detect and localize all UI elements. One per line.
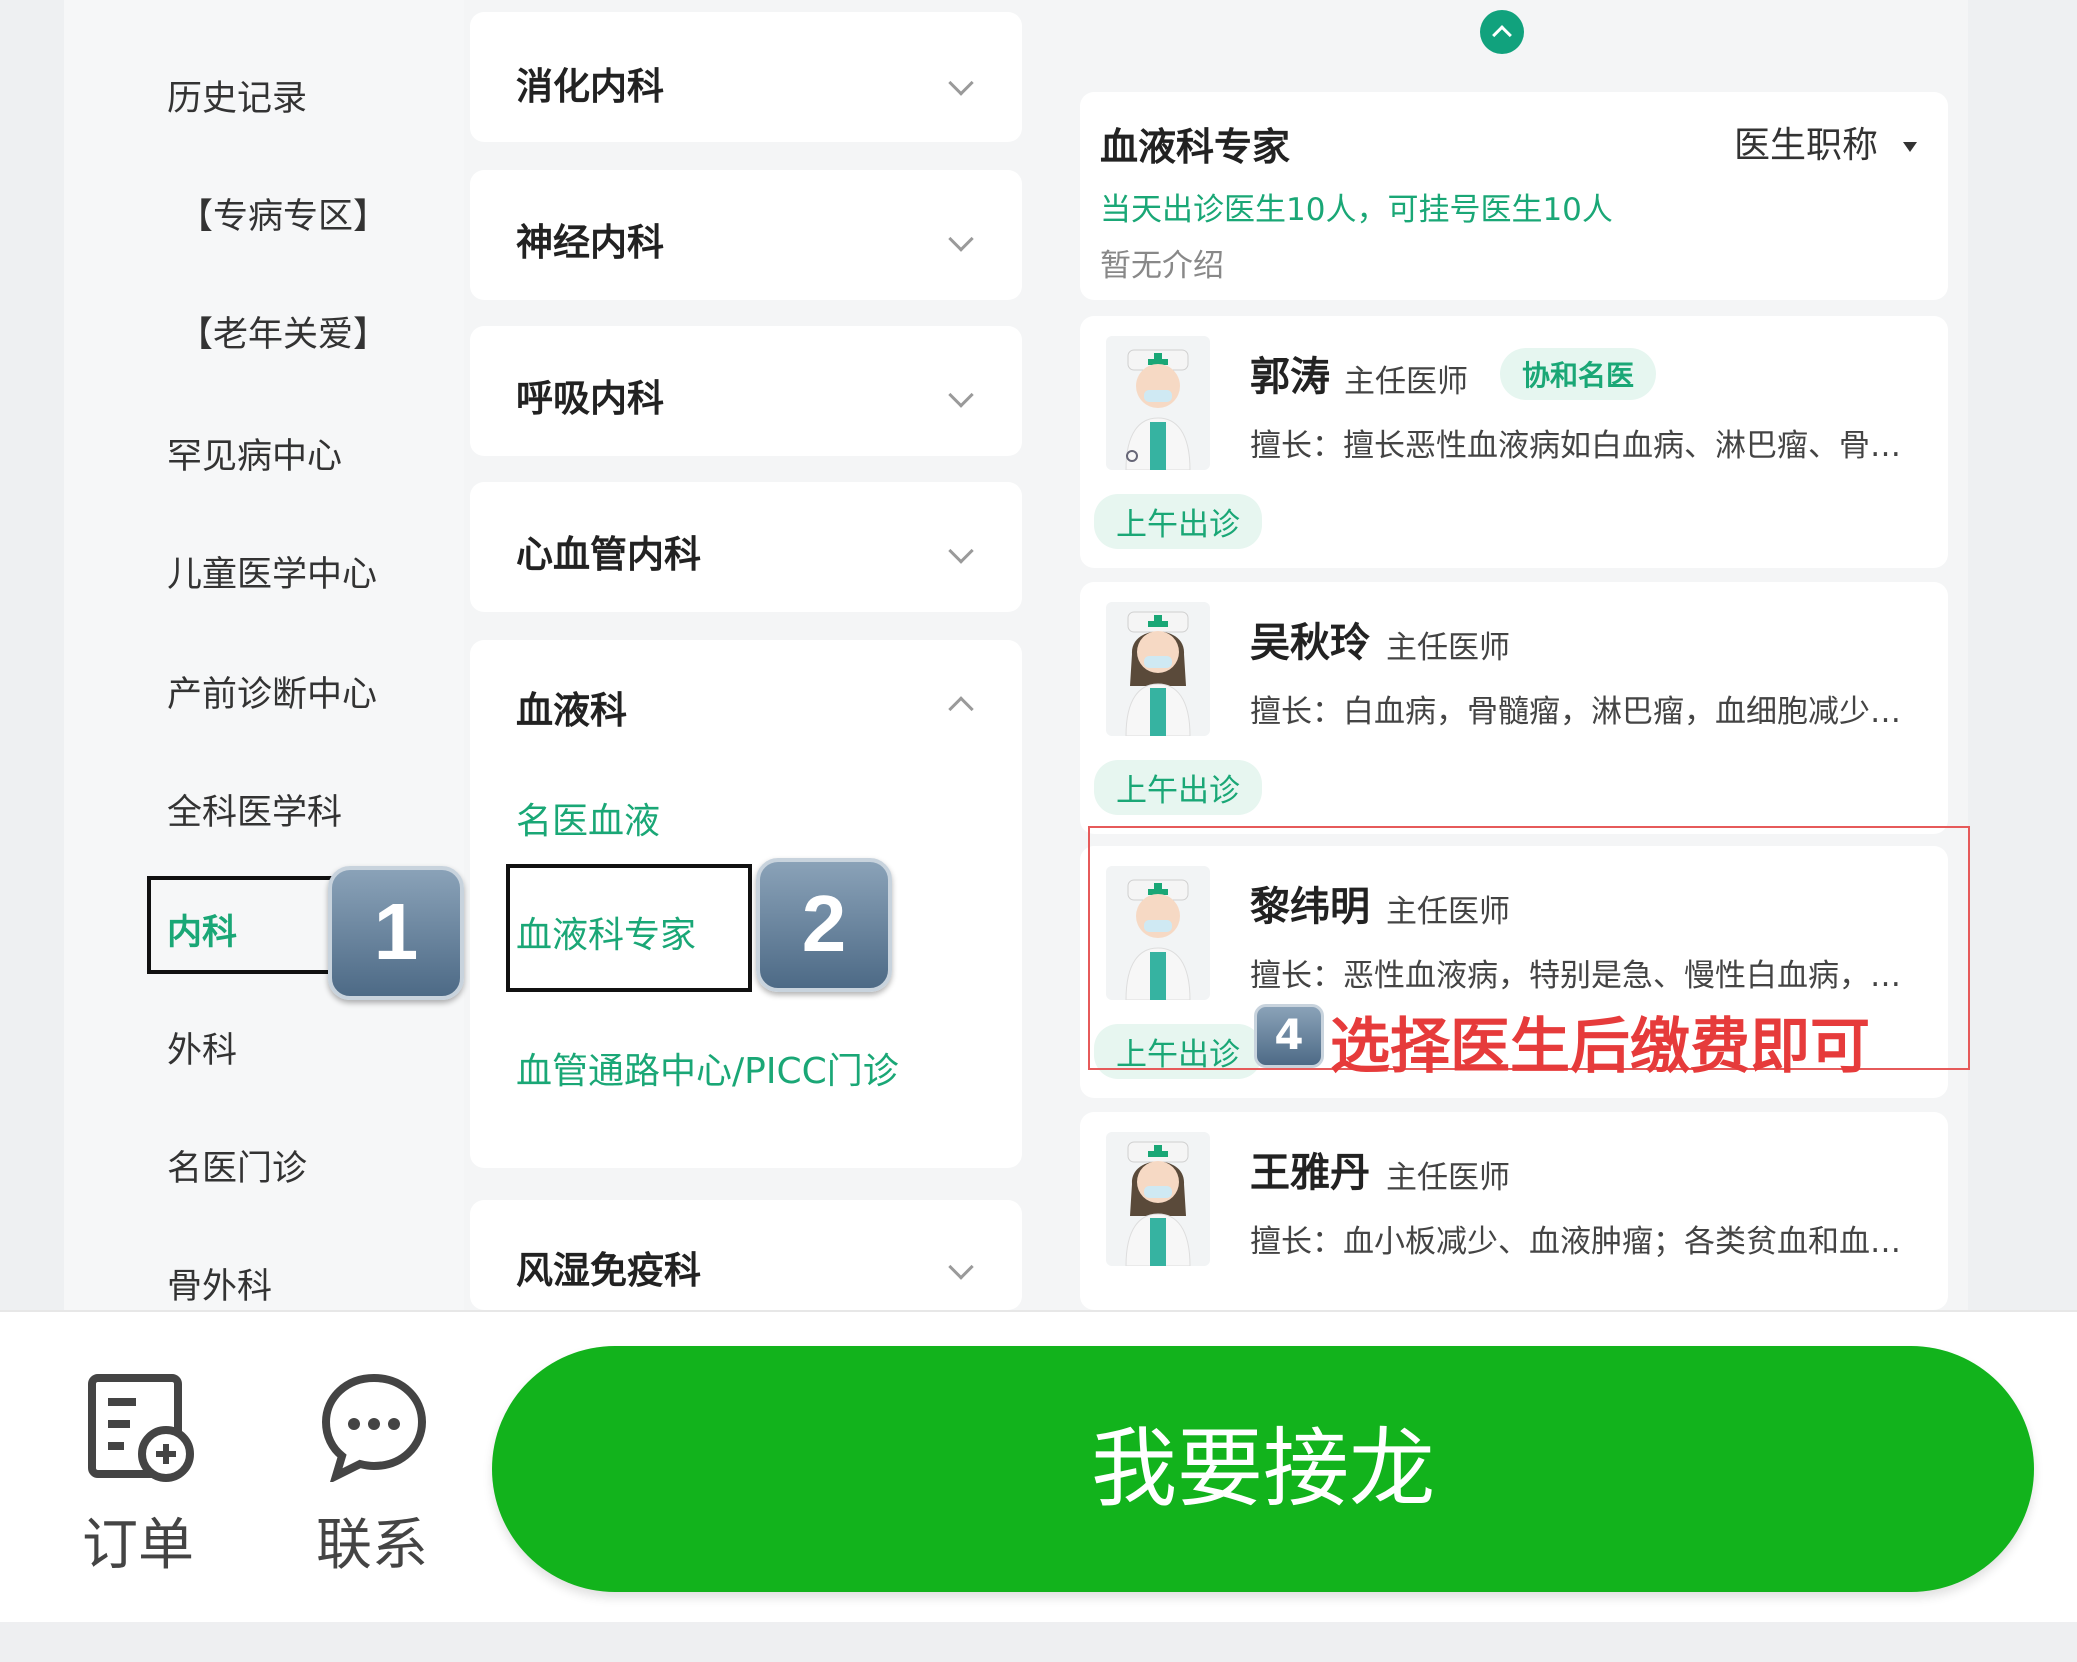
contact-button[interactable] bbox=[318, 1370, 430, 1484]
doctor-avatar-icon bbox=[1106, 602, 1210, 737]
doctor-specialty: 擅长：白血病，骨髓瘤，淋巴瘤，血细胞减少症等 bbox=[1250, 694, 1930, 730]
annotation-step-2: 2 bbox=[756, 858, 892, 992]
category-item-elderly-care[interactable]: 【老年关爱】 bbox=[178, 306, 388, 357]
annotation-box-internal-medicine bbox=[147, 876, 335, 974]
subdepartment-famous-hematology[interactable]: 名医血液 bbox=[516, 792, 660, 844]
chevron-down-icon bbox=[948, 538, 974, 564]
department-name: 呼吸内科 bbox=[516, 377, 664, 420]
category-item-history[interactable]: 历史记录 bbox=[167, 70, 307, 121]
category-item-rare-disease[interactable]: 罕见病中心 bbox=[167, 428, 342, 479]
chevron-down-icon bbox=[948, 382, 974, 408]
doctor-name: 王雅丹 bbox=[1250, 1150, 1370, 1196]
doctor-title: 主任医师 bbox=[1386, 1160, 1510, 1196]
annotation-step-4: 4 bbox=[1254, 1004, 1324, 1068]
doctor-name: 郭涛 bbox=[1250, 354, 1330, 400]
clinic-intro: 暂无介绍 bbox=[1100, 248, 1224, 284]
annotation-step-1: 1 bbox=[328, 866, 464, 1000]
department-name: 血液科 bbox=[516, 689, 627, 732]
contact-label[interactable]: 联系 bbox=[316, 1500, 428, 1581]
department-name: 消化内科 bbox=[516, 65, 664, 108]
department-digestive[interactable]: 消化内科 bbox=[470, 12, 1022, 142]
category-item-surgery[interactable]: 外科 bbox=[167, 1022, 237, 1073]
annotation-box-hematology-experts bbox=[506, 864, 752, 992]
doctor-name: 吴秋玲 bbox=[1250, 620, 1370, 666]
department-respiratory[interactable]: 呼吸内科 bbox=[470, 326, 1022, 456]
department-name: 心血管内科 bbox=[516, 533, 701, 576]
clinic-header-card: 血液科专家 医生职称 当天出诊医生10人，可挂号医生10人 暂无介绍 bbox=[1080, 92, 1948, 300]
department-neurology[interactable]: 神经内科 bbox=[470, 170, 1022, 300]
relay-button-label: 我要接龙 bbox=[1091, 1419, 1435, 1519]
doctor-badge: 协和名医 bbox=[1500, 348, 1657, 400]
doctor-avatar-icon bbox=[1106, 1132, 1210, 1267]
doctor-card[interactable]: 王雅丹 主任医师 擅长：血小板减少、血液肿瘤；各类贫血和血液病 bbox=[1080, 1112, 1948, 1310]
frame-right-margin bbox=[1968, 0, 2077, 1310]
category-item-special-disease[interactable]: 【专病专区】 bbox=[178, 188, 388, 239]
session-tag: 上午出诊 bbox=[1094, 760, 1262, 815]
department-rheumatology[interactable]: 风湿免疫科 bbox=[470, 1200, 1022, 1310]
category-item-famous-doctors[interactable]: 名医门诊 bbox=[167, 1140, 307, 1191]
order-button[interactable] bbox=[86, 1372, 196, 1482]
doctor-specialty: 擅长：血小板减少、血液肿瘤；各类贫血和血液病 bbox=[1250, 1224, 1930, 1260]
annotation-note: 选择医生后缴费即可 bbox=[1330, 1012, 1870, 1082]
chevron-down-icon bbox=[948, 1254, 974, 1280]
caret-down-icon bbox=[1903, 142, 1918, 152]
doctor-card[interactable]: 吴秋玲 主任医师 擅长：白血病，骨髓瘤，淋巴瘤，血细胞减少症等 上午出诊 bbox=[1080, 582, 1948, 834]
session-tag: 上午出诊 bbox=[1094, 494, 1262, 549]
subdepartment-vascular-access-picc[interactable]: 血管通路中心/PICC门诊 bbox=[516, 1042, 899, 1094]
category-item-general-practice[interactable]: 全科医学科 bbox=[167, 784, 342, 835]
relay-button[interactable]: 我要接龙 bbox=[492, 1346, 2034, 1592]
chevron-up-icon bbox=[948, 696, 974, 722]
department-name: 风湿免疫科 bbox=[516, 1249, 701, 1292]
frame-left-margin bbox=[0, 0, 64, 1310]
category-item-orthopedics[interactable]: 骨外科 bbox=[167, 1258, 272, 1309]
chevron-down-icon bbox=[948, 70, 974, 96]
department-name: 神经内科 bbox=[516, 221, 664, 264]
doctor-avatar-icon bbox=[1106, 336, 1210, 471]
chevron-down-icon bbox=[948, 226, 974, 252]
scroll-up-button[interactable] bbox=[1480, 10, 1524, 54]
department-cardiovascular[interactable]: 心血管内科 bbox=[470, 482, 1022, 612]
doctor-title: 主任医师 bbox=[1386, 630, 1510, 666]
clinic-summary: 当天出诊医生10人，可挂号医生10人 bbox=[1100, 192, 1613, 228]
order-label[interactable]: 订单 bbox=[82, 1500, 194, 1581]
title-filter-dropdown[interactable]: 医生职称 bbox=[1734, 116, 1918, 168]
category-item-prenatal[interactable]: 产前诊断中心 bbox=[167, 666, 377, 717]
doctor-specialty: 擅长：擅长恶性血液病如白血病、淋巴瘤、骨髓瘤等 bbox=[1250, 428, 1930, 464]
doctor-card[interactable]: 郭涛 主任医师 协和名医 擅长：擅长恶性血液病如白血病、淋巴瘤、骨髓瘤等 上午出… bbox=[1080, 316, 1948, 568]
clinic-title: 血液科专家 bbox=[1100, 125, 1291, 169]
chat-icon bbox=[321, 1373, 427, 1484]
order-icon bbox=[88, 1374, 194, 1482]
bottom-strip bbox=[0, 1622, 2077, 1662]
doctor-title: 主任医师 bbox=[1344, 364, 1468, 400]
title-filter-label: 医生职称 bbox=[1734, 125, 1879, 166]
category-item-children[interactable]: 儿童医学中心 bbox=[167, 546, 377, 597]
